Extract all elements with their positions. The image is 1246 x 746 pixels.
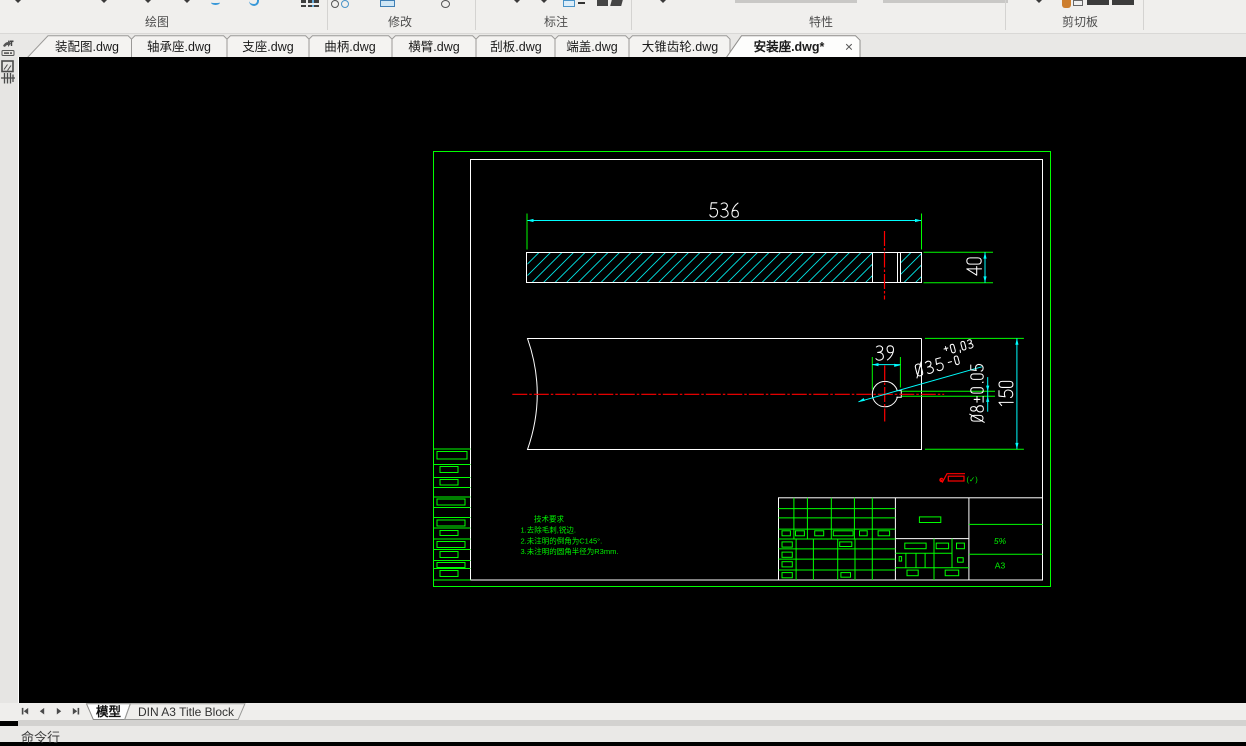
svg-text:大锥齿轮.dwg: 大锥齿轮.dwg <box>642 40 718 54</box>
svg-text:轴承座.dwg: 轴承座.dwg <box>147 39 211 54</box>
svg-text:端盖.dwg: 端盖.dwg <box>566 40 617 54</box>
svg-text:模型: 模型 <box>96 704 122 719</box>
svg-text:刮板.dwg: 刮板.dwg <box>490 40 541 54</box>
svg-text:3.未注明的圆角半径为R3mm.: 3.未注明的圆角半径为R3mm. <box>521 546 619 556</box>
svg-text:曲柄.dwg: 曲柄.dwg <box>324 40 375 54</box>
svg-text:2.未注明的倒角为C145°.: 2.未注明的倒角为C145°. <box>521 536 603 546</box>
svg-text:DIN A3 Title Block: DIN A3 Title Block <box>138 705 235 719</box>
svg-text:技术要求: 技术要求 <box>534 514 564 524</box>
svg-text:×: × <box>845 39 853 55</box>
svg-text:(✓): (✓) <box>967 475 979 484</box>
svg-text:横臂.dwg: 横臂.dwg <box>408 40 459 54</box>
svg-text:装配图.dwg: 装配图.dwg <box>55 40 119 54</box>
svg-text:1.去除毛刺,锐边.: 1.去除毛刺,锐边. <box>521 525 576 535</box>
svg-text:安装座.dwg*: 安装座.dwg* <box>754 39 825 54</box>
svg-text:支座.dwg: 支座.dwg <box>242 39 293 54</box>
svg-text:5%: 5% <box>994 536 1007 546</box>
svg-text:A3: A3 <box>995 561 1006 571</box>
